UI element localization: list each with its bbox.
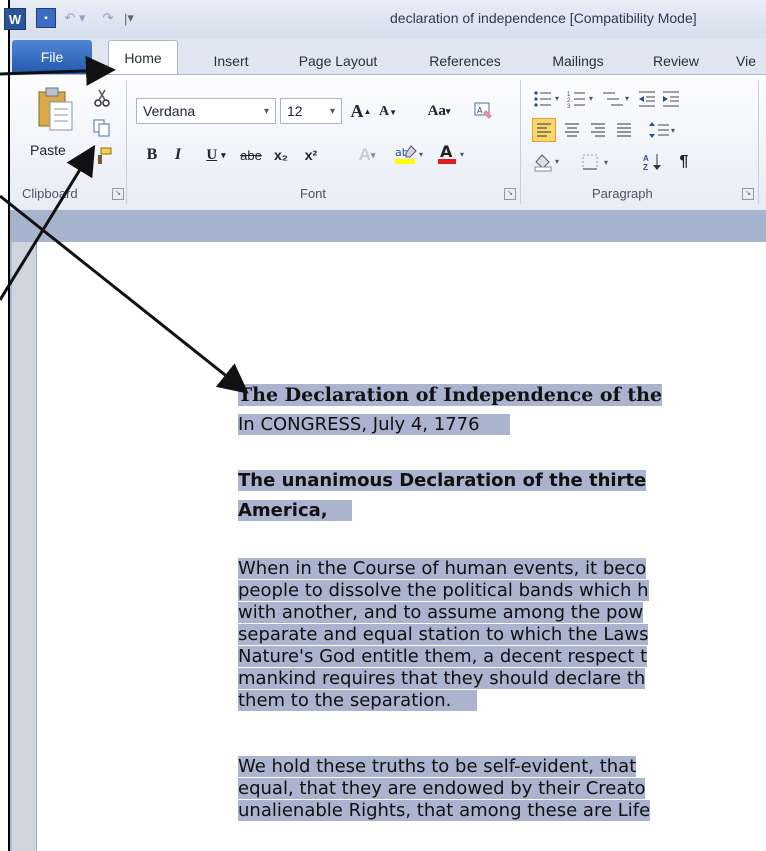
- arrow-to-format-painter: [0, 144, 96, 301]
- arrow-to-home-tab: [0, 55, 116, 86]
- arrow-to-selected-text: [0, 194, 249, 394]
- callout-arrows: [0, 55, 249, 394]
